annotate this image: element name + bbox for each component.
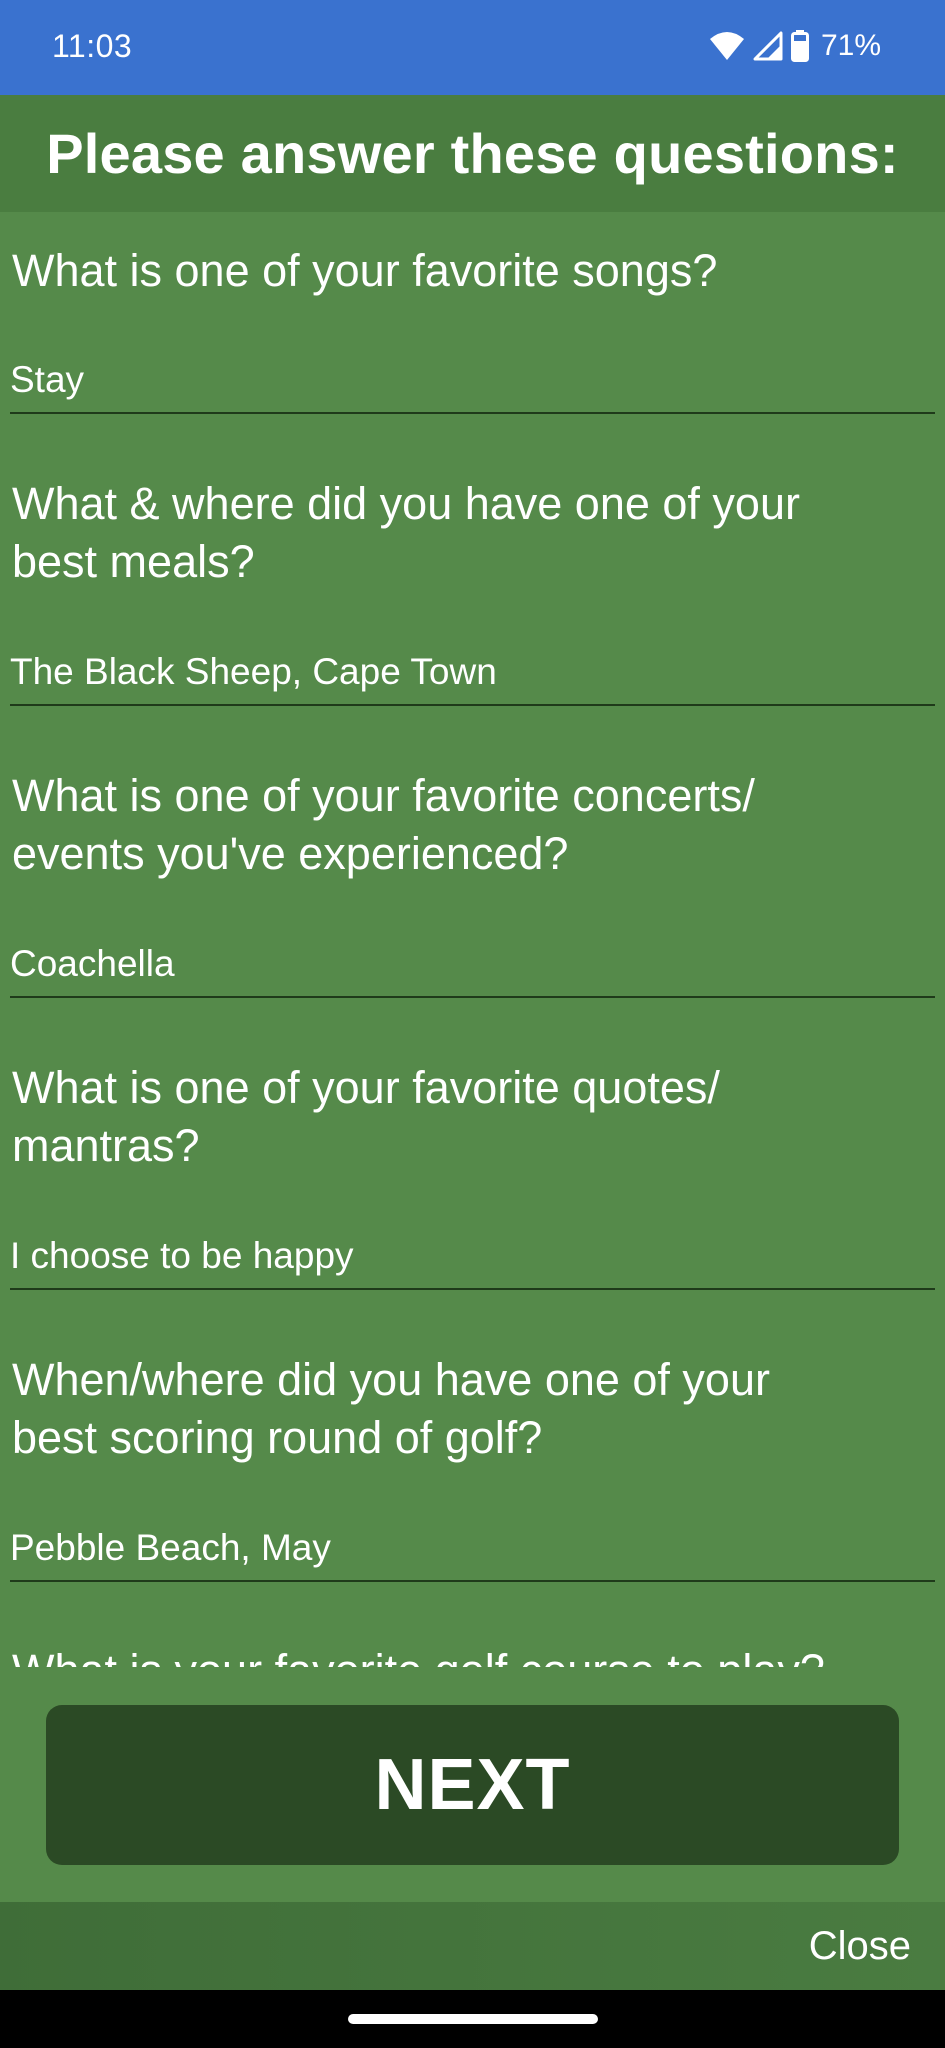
question-label-favorite-golf-course: What is your favorite golf course to pla… [12, 1642, 932, 1667]
navigation-bar [0, 1990, 945, 2048]
question-label-favorite-quote: What is one of your favorite quotes/ man… [12, 1059, 932, 1175]
answer-input-best-meal[interactable]: The Black Sheep, Cape Town [10, 644, 935, 706]
page-title: Please answer these questions: [46, 122, 899, 185]
answer-input-favorite-concert[interactable]: Coachella [10, 936, 935, 998]
signal-icon [753, 31, 783, 61]
close-button[interactable]: Close [809, 1922, 911, 1970]
battery-percent: 71% [820, 29, 881, 62]
question-line: What & where did you have one of your [12, 478, 800, 529]
question-line: best meals? [12, 536, 255, 587]
question-label-best-meal: What & where did you have one of your be… [12, 475, 932, 591]
next-button[interactable]: NEXT [46, 1705, 899, 1865]
footer: Close [0, 1902, 945, 1990]
question-line: What is one of your favorite songs? [12, 245, 718, 296]
question-label-favorite-song: What is one of your favorite songs? [12, 242, 932, 300]
header: Please answer these questions: [0, 95, 945, 212]
bottom-action-area: NEXT [0, 1667, 945, 1902]
question-line: What is one of your favorite quotes/ [12, 1062, 720, 1113]
status-time: 11:03 [52, 28, 133, 64]
battery-icon [790, 30, 809, 62]
answer-input-favorite-song[interactable]: Stay [10, 352, 935, 414]
question-line: What is your favorite golf course to pla… [12, 1642, 932, 1667]
question-line: When/where did you have one of your [12, 1354, 770, 1405]
question-label-best-golf-round: When/where did you have one of your best… [12, 1351, 932, 1467]
wifi-icon [709, 31, 745, 61]
status-bar: 11:03 71% [0, 0, 945, 95]
status-icons: 71% [709, 26, 881, 66]
questions-scroll-area[interactable]: What is one of your favorite songs? Stay… [0, 212, 945, 1667]
question-line: events you've experienced? [12, 828, 569, 879]
question-line: best scoring round of golf? [12, 1412, 543, 1463]
question-line: What is one of your favorite concerts/ [12, 770, 755, 821]
question-label-favorite-concert: What is one of your favorite concerts/ e… [12, 767, 932, 883]
answer-input-favorite-quote[interactable]: I choose to be happy [10, 1228, 935, 1290]
screen: 11:03 71% Please answer these questions:… [0, 0, 945, 2048]
question-line: mantras? [12, 1120, 200, 1171]
home-gesture-handle[interactable] [348, 2014, 598, 2024]
answer-input-best-golf-round[interactable]: Pebble Beach, May [10, 1520, 935, 1582]
